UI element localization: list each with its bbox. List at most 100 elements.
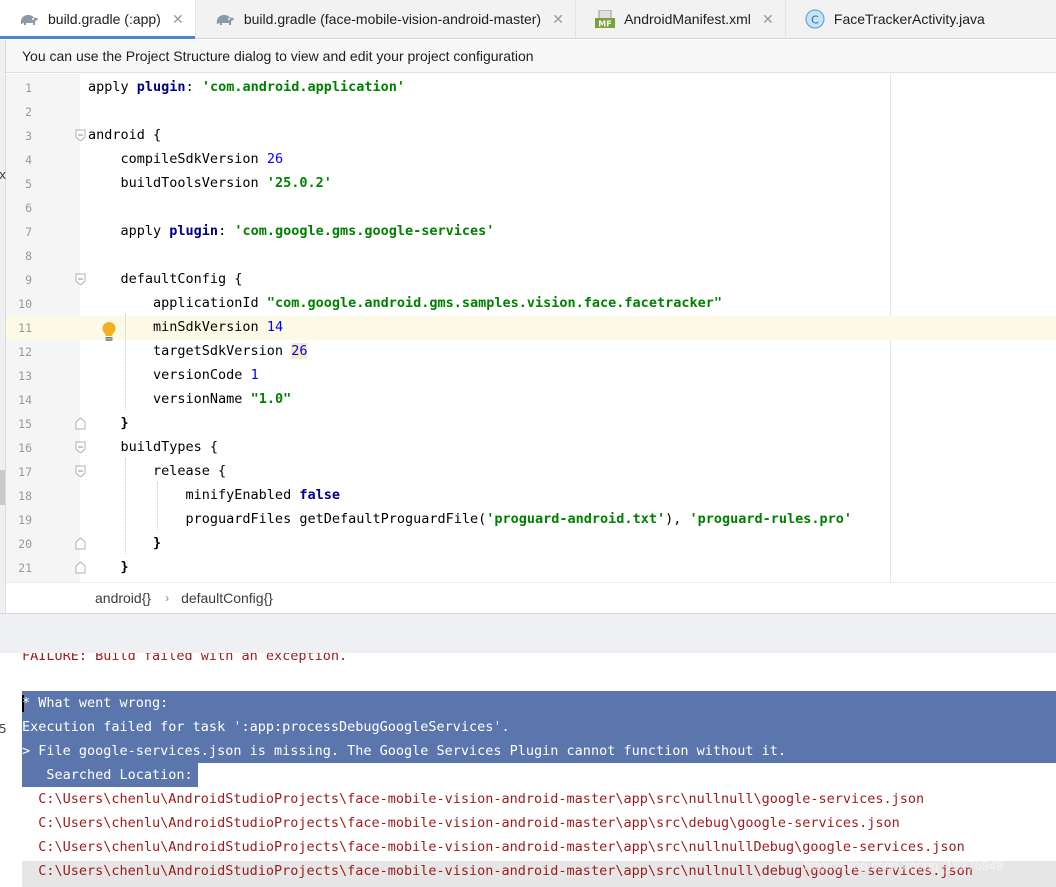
line-number: 17: [18, 465, 32, 479]
indent-guide: [125, 314, 126, 410]
tab-label: build.gradle (face-mobile-vision-android…: [243, 11, 542, 27]
editor-tab-bar: build.gradle (:app) ✕ build.gradle (face…: [0, 0, 1056, 39]
line-number: 3: [25, 129, 32, 143]
code-text: release {: [88, 463, 227, 479]
line-number: 14: [18, 393, 32, 407]
manifest-file-icon: MF: [594, 10, 616, 28]
code-line: 9 defaultConfig {: [6, 268, 1056, 292]
code-line: 2: [6, 100, 1056, 124]
line-number: 8: [25, 249, 32, 263]
fold-open-icon[interactable]: [75, 465, 86, 478]
fold-open-icon[interactable]: [75, 273, 86, 286]
fold-close-icon[interactable]: [75, 561, 86, 574]
console-line: * What went wrong:: [22, 695, 169, 711]
code-text: applicationId "com.google.android.gms.sa…: [88, 295, 722, 311]
console-line: C:\Users\chenlu\AndroidStudioProjects\fa…: [22, 815, 900, 831]
project-structure-banner: You can use the Project Structure dialog…: [6, 40, 1056, 73]
watermark-text: https://blog.csdn.net/qq_18276949: [804, 858, 1004, 873]
code-editor[interactable]: 1 apply plugin: 'com.android.application…: [6, 74, 1056, 582]
code-line: 4 compileSdkVersion 26: [6, 148, 1056, 172]
code-line: 21 }: [6, 556, 1056, 580]
code-line: 18 minifyEnabled false: [6, 484, 1056, 508]
breadcrumb: android{} › defaultConfig{}: [6, 582, 1056, 613]
code-text: versionName "1.0": [88, 391, 292, 407]
line-number: 16: [18, 441, 32, 455]
code-line: 1 apply plugin: 'com.android.application…: [6, 76, 1056, 100]
code-text: compileSdkVersion 26: [88, 151, 284, 167]
selection-highlight: [22, 691, 1056, 715]
line-number: 12: [18, 345, 32, 359]
code-text: }: [88, 559, 129, 575]
close-icon[interactable]: ✕: [761, 11, 775, 28]
build-output-console[interactable]: FAILURE: Build failed with an exception.…: [6, 653, 1056, 887]
java-class-icon: C: [804, 9, 826, 29]
tab-android-manifest[interactable]: MF AndroidManifest.xml ✕: [576, 0, 786, 38]
code-text: defaultConfig {: [88, 271, 243, 287]
panel-splitter[interactable]: [0, 613, 1056, 653]
banner-text: You can use the Project Structure dialog…: [22, 48, 534, 64]
code-line: 17 release {: [6, 460, 1056, 484]
line-number: 21: [18, 561, 32, 575]
chevron-right-icon: ›: [165, 591, 170, 605]
code-text: targetSdkVersion 26: [88, 343, 308, 359]
indent-guide: [157, 482, 158, 530]
tab-label: build.gradle (:app): [48, 11, 161, 27]
fold-open-icon[interactable]: [75, 441, 86, 454]
line-number: 2: [25, 105, 32, 119]
breadcrumb-item-defaultconfig[interactable]: defaultConfig{}: [181, 590, 273, 606]
code-text: apply plugin: 'com.android.application': [88, 79, 406, 95]
code-line-current: 11 minSdkVersion 14: [6, 316, 1056, 341]
line-number: 7: [25, 225, 32, 239]
console-line: C:\Users\chenlu\AndroidStudioProjects\fa…: [22, 839, 965, 855]
code-text: android {: [88, 127, 162, 143]
breadcrumb-item-android[interactable]: android{}: [95, 590, 151, 606]
gradle-elephant-icon: [214, 10, 236, 28]
console-line: > File google-services.json is missing. …: [22, 743, 787, 759]
line-number: 20: [18, 537, 32, 551]
tab-label: FaceTrackerActivity.java: [833, 11, 985, 27]
fold-close-icon[interactable]: [75, 417, 86, 430]
code-line: 8: [6, 244, 1056, 268]
close-icon[interactable]: ✕: [171, 11, 185, 28]
svg-text:C: C: [811, 14, 819, 27]
line-number: 13: [18, 369, 32, 383]
line-number: 10: [18, 297, 32, 311]
line-number: 4: [25, 153, 32, 167]
scrollbar-thumb[interactable]: [0, 470, 5, 505]
code-line: 7 apply plugin: 'com.google.gms.google-s…: [6, 220, 1056, 244]
svg-text:MF: MF: [598, 20, 611, 29]
code-line: 13 versionCode 1: [6, 364, 1056, 388]
code-line: 6: [6, 196, 1056, 220]
console-line: Searched Location:: [22, 767, 193, 783]
line-number: 15: [18, 417, 32, 431]
code-line: 5 buildToolsVersion '25.0.2': [6, 172, 1056, 196]
line-number: 9: [25, 273, 32, 287]
code-line: 14 versionName "1.0": [6, 388, 1056, 412]
code-line: 3 android {: [6, 124, 1056, 148]
code-line: 10 applicationId "com.google.android.gms…: [6, 292, 1056, 316]
tab-build-gradle-project[interactable]: build.gradle (face-mobile-vision-android…: [196, 0, 577, 38]
tab-build-gradle-app[interactable]: build.gradle (:app) ✕: [0, 0, 196, 39]
code-line: 19 proguardFiles getDefaultProguardFile(…: [6, 508, 1056, 532]
code-text: apply plugin: 'com.google.gms.google-ser…: [88, 223, 495, 239]
code-text: }: [88, 415, 129, 431]
tab-label: AndroidManifest.xml: [624, 11, 751, 27]
code-line: 20 }: [6, 532, 1056, 556]
tab-face-tracker-activity[interactable]: C FaceTrackerActivity.java: [786, 0, 995, 38]
console-line: FAILURE: Build failed with an exception.: [22, 653, 348, 664]
code-text: buildToolsVersion '25.0.2': [88, 175, 332, 191]
console-line: Execution failed for task ':app:processD…: [22, 719, 510, 735]
line-number: 6: [25, 201, 32, 215]
code-text: buildTypes {: [88, 439, 219, 455]
close-icon[interactable]: ✕: [551, 11, 565, 28]
code-text: versionCode 1: [88, 367, 259, 383]
code-line: 15 }: [6, 412, 1056, 436]
code-line: 12 targetSdkVersion 26: [6, 340, 1056, 364]
code-text: minSdkVersion 14: [88, 319, 284, 335]
line-number: 1: [25, 81, 32, 95]
gradle-elephant-icon: [18, 10, 40, 28]
fold-open-icon[interactable]: [75, 129, 86, 142]
line-number: 19: [18, 513, 32, 527]
code-text: proguardFiles getDefaultProguardFile('pr…: [88, 511, 853, 527]
fold-close-icon[interactable]: [75, 537, 86, 550]
